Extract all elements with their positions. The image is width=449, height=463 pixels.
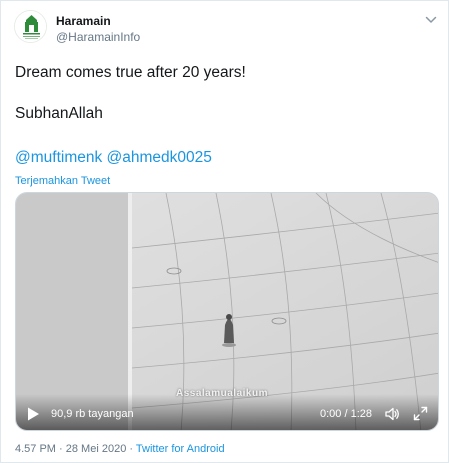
tweet-metadata: 4.57 PM · 28 Mei 2020 · Twitter for Andr… bbox=[15, 443, 225, 455]
play-icon[interactable] bbox=[25, 406, 41, 422]
meta-separator: · bbox=[129, 443, 134, 455]
tweet-text-line: Dream comes true after 20 years! bbox=[15, 64, 246, 81]
view-count: 90,9 rb tayangan bbox=[51, 408, 134, 420]
video-controls: 90,9 rb tayangan 0:00 / 1:28 bbox=[16, 394, 438, 430]
mention-link[interactable]: @ahmedk0025 bbox=[107, 149, 212, 166]
chevron-down-icon[interactable] bbox=[424, 13, 438, 27]
tweet-text-line: SubhanAllah bbox=[15, 105, 103, 122]
avatar[interactable] bbox=[14, 10, 47, 43]
tweet-time[interactable]: 4.57 PM bbox=[15, 443, 56, 455]
source-app-link[interactable]: Twitter for Android bbox=[136, 443, 225, 455]
tweet-card: Haramain @HaramainInfo Dream comes true … bbox=[0, 0, 449, 463]
fullscreen-icon[interactable] bbox=[413, 406, 428, 421]
tweet-mentions: @muftimenk @ahmedk0025 bbox=[15, 149, 212, 167]
display-name[interactable]: Haramain bbox=[56, 14, 111, 28]
translate-tweet-link[interactable]: Terjemahkan Tweet bbox=[15, 175, 110, 187]
video-player[interactable]: Assalamualaikum 90,9 rb tayangan 0:00 / … bbox=[15, 192, 439, 431]
video-time: 0:00 / 1:28 bbox=[320, 408, 372, 420]
tweet-date[interactable]: 28 Mei 2020 bbox=[66, 443, 127, 455]
meta-separator: · bbox=[59, 443, 63, 455]
haramain-logo bbox=[15, 11, 46, 42]
mention-link[interactable]: @muftimenk bbox=[15, 149, 102, 166]
user-handle[interactable]: @HaramainInfo bbox=[56, 30, 140, 44]
volume-icon[interactable] bbox=[384, 406, 400, 422]
